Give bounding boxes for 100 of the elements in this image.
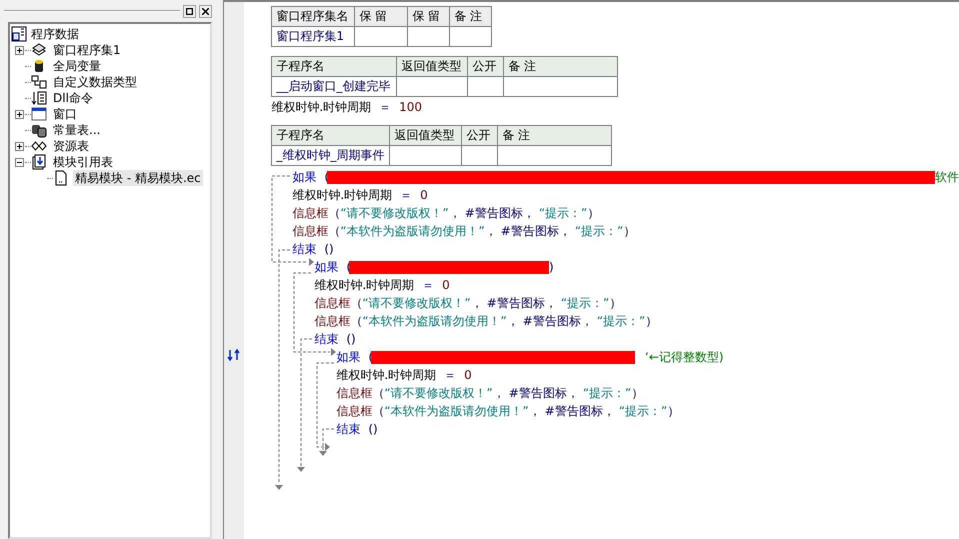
equals-sign: ＝ (400, 187, 412, 204)
paren: ） (609, 295, 622, 312)
tree-item[interactable]: 全局变量 (51, 58, 103, 74)
paren: （ (350, 313, 362, 330)
constant-name: #警告图标 (522, 313, 581, 330)
expand-toggle[interactable] (14, 46, 24, 54)
function-name: 信息框 (292, 205, 328, 222)
value-literal: 0 (442, 277, 450, 294)
comma: ， (528, 403, 541, 420)
tree-item[interactable]: 资源表 (51, 138, 91, 154)
tree-root[interactable]: 程序数据 (31, 25, 79, 43)
constant-name: #警告图标 (500, 223, 559, 240)
string-literal: “提示：” (618, 403, 668, 420)
tree-item[interactable]: 窗口 (51, 106, 79, 122)
close-button[interactable] (199, 4, 212, 18)
paren: ） (587, 205, 600, 222)
string-literal: “本软件为盗版请勿使用！” (362, 313, 507, 330)
column-header: 公开 (468, 57, 504, 77)
constant-name: #警告图标 (508, 385, 567, 402)
comma: ， (484, 223, 497, 240)
keyword: 如果 (292, 169, 316, 186)
plus-icon (16, 142, 22, 150)
keyword: 结束 (314, 331, 338, 348)
table-cell (450, 27, 492, 47)
name-cell: _维权时钟_周期事件 (272, 146, 390, 166)
paren: （ (328, 205, 340, 222)
plus-icon (16, 110, 22, 118)
keyword: 结束 (336, 421, 360, 438)
column-header: 公开 (462, 126, 498, 146)
string-literal: “提示：” (538, 205, 588, 222)
table-cell (355, 27, 408, 47)
close-icon (202, 8, 210, 14)
column-header: 返回值类型 (397, 57, 468, 77)
function-name: 信息框 (336, 385, 372, 402)
column-header: 子程序名 (272, 126, 390, 146)
expand-toggle[interactable] (14, 158, 24, 166)
tree-item[interactable]: 精易模块 - 精易模块.ec (73, 170, 203, 186)
keyword: 结束 (292, 241, 316, 258)
comma: ， (566, 385, 579, 402)
paren: () (324, 241, 334, 258)
column-header: 保 留 (408, 7, 450, 27)
comma: ， (470, 295, 483, 312)
tree-item[interactable]: 自定义数据类型 (51, 74, 139, 90)
comment: ‘←记得整数型) (645, 349, 724, 366)
paren: （ (372, 403, 384, 420)
string-literal: “请不要修改版权！” (384, 385, 493, 402)
value-literal: 100 (399, 99, 422, 116)
table-cell (397, 77, 468, 97)
comma: ， (522, 205, 535, 222)
table-cell (408, 27, 450, 47)
comma: ， (558, 223, 571, 240)
comma: ， (448, 205, 461, 222)
paren: ） (631, 385, 644, 402)
paren: () (346, 331, 356, 348)
column-header: 窗口程序集名 (272, 7, 356, 27)
swap-arrows-icon[interactable] (227, 349, 242, 361)
comma: ， (602, 403, 615, 420)
paren: ) (549, 259, 554, 276)
assignment-target: 维权时钟.时钟周期 (314, 277, 414, 294)
comment: 软件 (935, 169, 959, 186)
column-header: 子程序名 (272, 57, 398, 77)
tree-item[interactable]: 窗口程序集1 (51, 42, 123, 58)
table-cell (462, 146, 498, 166)
paren: （ (372, 385, 384, 402)
stacked-sheets-icon (31, 42, 47, 58)
program-data-icon (11, 26, 27, 42)
comma: ， (544, 295, 557, 312)
keyword: 如果 (336, 349, 360, 366)
constant-name: #警告图标 (544, 403, 603, 420)
comma: ， (492, 385, 505, 402)
string-literal: “请不要修改版权！” (362, 295, 471, 312)
string-literal: “提示：” (582, 385, 632, 402)
function-name: 信息框 (336, 403, 372, 420)
tree-item[interactable]: 模块引用表 (51, 154, 115, 170)
tree-item[interactable]: 常量表... (51, 122, 102, 138)
value-literal: 0 (420, 187, 428, 204)
table-cell (468, 77, 504, 97)
assignment-target: 维权时钟.时钟周期 (292, 187, 392, 204)
expand-toggle[interactable] (14, 142, 24, 150)
document-icon (53, 170, 69, 186)
string-literal: “本软件为盗版请勿使用！” (384, 403, 529, 420)
column-header: 保 留 (355, 7, 408, 27)
string-literal: “提示：” (560, 295, 610, 312)
equals-sign: ＝ (422, 277, 434, 294)
paren: ） (645, 313, 658, 330)
document-download-icon (31, 154, 47, 170)
column-header: 备 注 (504, 57, 618, 77)
string-literal: “本软件为盗版请勿使用！” (340, 223, 485, 240)
tree-item[interactable]: Dll命令 (51, 90, 95, 106)
structure-icon (31, 74, 47, 90)
string-literal: “提示：” (596, 313, 646, 330)
comma: ， (580, 313, 593, 330)
window-icon (31, 106, 47, 122)
plus-icon (16, 46, 22, 54)
name-cell: __启动窗口_创建完毕 (272, 77, 398, 97)
paren: () (368, 421, 378, 438)
function-name: 信息框 (292, 223, 328, 240)
maximize-button[interactable] (183, 4, 196, 18)
expand-toggle[interactable] (14, 110, 24, 118)
assignment-target: 维权时钟.时钟周期 (271, 99, 372, 116)
